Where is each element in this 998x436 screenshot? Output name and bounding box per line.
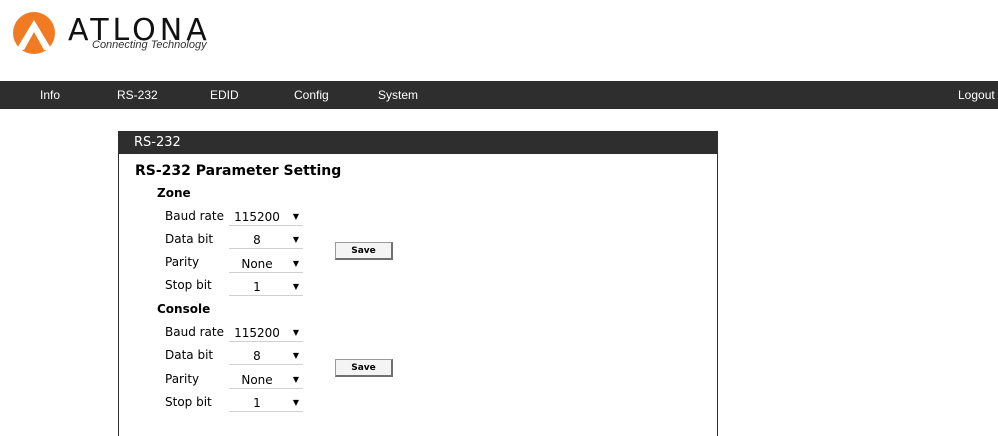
chevron-down-icon: ▼	[292, 351, 299, 360]
console-data-bit-value: 8	[253, 349, 261, 363]
console-stop-bit-label: Stop bit	[165, 395, 212, 409]
top-nav: Info RS-232 EDID Config System Logout	[0, 81, 998, 109]
group-label-zone: Zone	[157, 186, 191, 200]
logout-link[interactable]: Logout	[958, 81, 995, 109]
page: ATLONA Connecting Technology Info RS-232…	[0, 0, 998, 436]
chevron-down-icon: ▼	[292, 375, 299, 384]
chevron-down-icon: ▼	[292, 328, 299, 337]
rs232-panel: RS-232 RS-232 Parameter Setting Zone Bau…	[118, 131, 718, 436]
console-parity-label: Parity	[165, 372, 200, 386]
console-save-button[interactable]: Save	[335, 359, 393, 377]
chevron-down-icon: ▼	[292, 212, 299, 221]
console-stop-bit-value: 1	[253, 396, 261, 410]
atlona-logo-icon	[13, 12, 55, 54]
zone-baud-rate-label: Baud rate	[165, 209, 224, 223]
console-stop-bit-select[interactable]: 1 ▼	[229, 394, 303, 412]
console-data-bit-label: Data bit	[165, 348, 214, 362]
section-title: RS-232 Parameter Setting	[135, 163, 342, 179]
zone-stop-bit-select[interactable]: 1 ▼	[229, 278, 303, 296]
zone-parity-select[interactable]: None ▼	[229, 255, 303, 273]
zone-stop-bit-value: 1	[253, 280, 261, 294]
zone-baud-rate-select[interactable]: 115200 ▼	[229, 208, 303, 226]
console-baud-rate-value: 115200	[234, 326, 280, 340]
zone-baud-rate-value: 115200	[234, 210, 280, 224]
console-data-bit-select[interactable]: 8 ▼	[229, 347, 303, 365]
group-label-console: Console	[157, 302, 211, 316]
atlona-logo[interactable]: ATLONA Connecting Technology	[8, 8, 268, 58]
nav-item-system[interactable]: System	[378, 81, 418, 109]
chevron-down-icon: ▼	[292, 259, 299, 268]
zone-data-bit-value: 8	[253, 233, 261, 247]
zone-data-bit-label: Data bit	[165, 232, 214, 246]
console-baud-rate-select[interactable]: 115200 ▼	[229, 324, 303, 342]
brand-tagline: Connecting Technology	[92, 39, 207, 51]
nav-item-config[interactable]: Config	[294, 81, 329, 109]
chevron-down-icon: ▼	[292, 398, 299, 407]
chevron-down-icon: ▼	[292, 282, 299, 291]
nav-item-info[interactable]: Info	[40, 81, 60, 109]
panel-title: RS-232	[119, 132, 717, 154]
zone-parity-value: None	[241, 257, 273, 271]
zone-stop-bit-label: Stop bit	[165, 278, 212, 292]
console-parity-value: None	[241, 373, 273, 387]
nav-item-edid[interactable]: EDID	[210, 81, 239, 109]
zone-save-button[interactable]: Save	[335, 242, 393, 260]
nav-item-rs232[interactable]: RS-232	[117, 81, 158, 109]
zone-data-bit-select[interactable]: 8 ▼	[229, 231, 303, 249]
zone-parity-label: Parity	[165, 255, 200, 269]
chevron-down-icon: ▼	[292, 235, 299, 244]
console-parity-select[interactable]: None ▼	[229, 371, 303, 389]
console-baud-rate-label: Baud rate	[165, 325, 224, 339]
